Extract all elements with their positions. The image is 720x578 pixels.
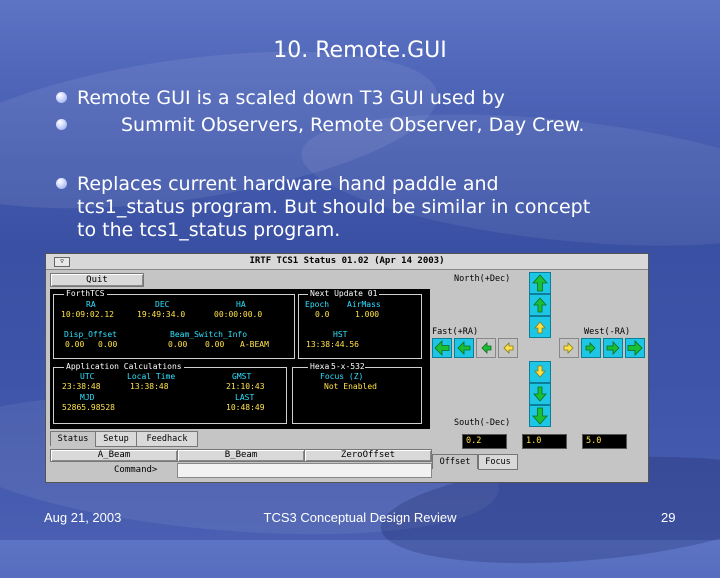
west-5-arrow-button[interactable] xyxy=(625,338,645,358)
hst-value: 13:38:44.56 xyxy=(306,340,359,349)
utc-label: UTC xyxy=(80,372,95,381)
west-fine-arrow-button[interactable] xyxy=(559,338,579,358)
beam-b-value: 0.00 xyxy=(205,340,225,349)
disp-offset-dec: 0.00 xyxy=(98,340,118,349)
bullet-text: to the tcs1_status program. xyxy=(77,219,341,241)
tab-status[interactable]: Status xyxy=(50,431,96,446)
local-time-label: Local Time xyxy=(127,372,176,381)
east-fine-arrow-button[interactable] xyxy=(498,338,518,358)
last-label: LAST xyxy=(235,393,255,402)
step-value-small[interactable]: 0.2 xyxy=(462,434,507,449)
mjd-label: MJD xyxy=(80,393,95,402)
beam-switch-label: Beam_Switch_Info xyxy=(170,330,248,339)
south-1-arrow-button[interactable] xyxy=(529,383,551,405)
step-value-large[interactable]: 5.0 xyxy=(582,434,627,449)
north-label: North(+Dec) xyxy=(454,274,511,284)
west-1-arrow-button[interactable] xyxy=(603,338,623,358)
epoch-label: Epoch xyxy=(305,300,330,309)
ra-value: 10:09:02.12 xyxy=(61,310,114,319)
step-value-medium[interactable]: 1.0 xyxy=(522,434,567,449)
tcs1-status-window: IRTF TCS1 Status 01.02 (Apr 14 2003) ▽ Q… xyxy=(45,253,649,483)
window-title: IRTF TCS1 Status 01.02 (Apr 14 2003) xyxy=(249,256,445,266)
tab-offset[interactable]: Offset xyxy=(432,454,478,469)
hexapod-title: Hexa xyxy=(308,362,332,371)
north-1-arrow-button[interactable] xyxy=(529,294,551,316)
west-label: West(-RA) xyxy=(584,327,631,337)
ra-label: RA xyxy=(86,300,96,309)
forthtcs-title: ForthTCS xyxy=(64,289,107,298)
window-titlebar: IRTF TCS1 Status 01.02 (Apr 14 2003) xyxy=(46,254,648,270)
south-02-arrow-button[interactable] xyxy=(529,361,551,383)
east-label: Fast(+RA) xyxy=(432,327,479,337)
command-label: Command> xyxy=(114,465,158,475)
tab-focus[interactable]: Focus xyxy=(478,454,518,470)
west-02-arrow-button[interactable] xyxy=(581,338,601,358)
bullet-text: Summit Observers, Remote Observer, Day C… xyxy=(121,114,585,136)
command-input[interactable] xyxy=(177,463,432,478)
focus-label: Focus (Z) xyxy=(320,372,364,381)
epoch-value: 0.0 xyxy=(315,310,330,319)
slide-title: 10. Remote.GUI xyxy=(273,38,447,63)
b-beam-button[interactable]: B_Beam xyxy=(177,449,305,462)
east-1-arrow-button[interactable] xyxy=(454,338,474,358)
north-5-arrow-button[interactable] xyxy=(529,272,551,294)
gmst-value: 21:10:43 xyxy=(226,382,265,391)
south-label: South(-Dec) xyxy=(454,418,511,428)
tab-feedhack[interactable]: Feedhack xyxy=(136,431,198,447)
east-02-arrow-button[interactable] xyxy=(476,338,496,358)
local-time-value: 13:38:48 xyxy=(130,382,169,391)
bullet-text: Replaces current hardware hand paddle an… xyxy=(77,173,499,195)
bullet-dot xyxy=(56,178,67,189)
footer-title: TCS3 Conceptual Design Review xyxy=(263,510,457,525)
east-5-arrow-button[interactable] xyxy=(432,338,452,358)
mjd-value: 52865.98528 xyxy=(62,403,115,412)
disp-offset-ra: 0.00 xyxy=(65,340,85,349)
airmass-label: AirMass xyxy=(347,300,381,309)
bullet-dot xyxy=(56,92,67,103)
bullet-dot xyxy=(56,119,67,130)
hexapod-title-overlay: 5-x-532 xyxy=(331,362,365,371)
south-5-arrow-button[interactable] xyxy=(529,405,551,427)
ha-label: HA xyxy=(236,300,246,309)
tab-setup[interactable]: Setup xyxy=(95,431,137,447)
bullet-text: tcs1_status program. But should be simil… xyxy=(77,196,591,218)
airmass-value: 1.000 xyxy=(355,310,380,319)
a-beam-button[interactable]: A_Beam xyxy=(50,449,178,462)
zero-offset-button[interactable]: ZeroOffset xyxy=(304,449,432,462)
dec-value: 19:49:34.0 xyxy=(137,310,186,319)
beam-name-value: A-BEAM xyxy=(240,340,269,349)
north-02-arrow-button[interactable] xyxy=(529,316,551,338)
status-panel: ForthTCS RA 10:09:02.12 DEC 19:49:34.0 H… xyxy=(50,289,430,429)
dec-label: DEC xyxy=(155,300,170,309)
footer-page-number: 29 xyxy=(661,510,676,525)
hst-label: HST xyxy=(333,330,348,339)
quit-button[interactable]: Quit xyxy=(50,273,144,287)
focus-value: Not Enabled xyxy=(324,382,377,391)
gmst-label: GMST xyxy=(232,372,252,381)
app-calc-title: Application Calculations xyxy=(64,362,184,371)
ha-value: 00:00:00.0 xyxy=(214,310,263,319)
bullet-text: Remote GUI is a scaled down T3 GUI used … xyxy=(77,87,505,109)
beam-a-value: 0.00 xyxy=(168,340,188,349)
utc-value: 23:38:48 xyxy=(62,382,101,391)
window-menu-icon[interactable]: ▽ xyxy=(54,257,70,267)
disp-offset-label: Disp_Offset xyxy=(64,330,117,339)
last-value: 10:48:49 xyxy=(226,403,265,412)
next-update-title: Next Update 01 xyxy=(308,289,380,298)
